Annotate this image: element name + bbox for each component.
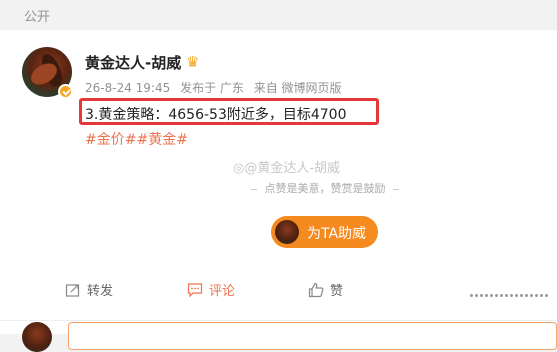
- watermark-text: @黄金达人-胡威: [244, 161, 341, 176]
- weibo-watermark-icon: ◎: [233, 161, 245, 176]
- hashtag-gold[interactable]: #黄金#: [136, 132, 187, 148]
- like-button[interactable]: 赞: [308, 280, 343, 306]
- post-text: 3.黄金策略：4656-53附近多，目标4700: [85, 107, 347, 123]
- repost-button[interactable]: 转发: [65, 280, 113, 306]
- divider: [0, 320, 557, 321]
- reward-note-text: 点赞是美意，赞赏是鼓励: [264, 182, 386, 195]
- action-bar: 转发 评论 赞: [0, 280, 557, 306]
- boost-label: 为TA助威: [307, 226, 367, 242]
- thumbs-up-icon: [308, 282, 324, 297]
- hashtag-gold-price[interactable]: #金价#: [85, 132, 136, 148]
- crown-icon: ♛: [186, 53, 200, 71]
- top-strip: 公开: [0, 0, 557, 30]
- comment-label: 评论: [209, 284, 236, 299]
- reward-note: 点赞是美意，赞赏是鼓励: [240, 180, 410, 196]
- post-location: 发布于 广东: [180, 81, 244, 95]
- more-dots-icon[interactable]: [470, 286, 550, 312]
- comment-button[interactable]: 评论: [187, 280, 235, 306]
- verified-badge-icon: [58, 84, 73, 99]
- author-name[interactable]: 黄金达人-胡威: [85, 52, 181, 73]
- boost-avatar: [275, 220, 299, 244]
- repost-icon: [65, 283, 80, 297]
- like-label: 赞: [330, 284, 344, 299]
- visibility-label: 公开: [24, 10, 51, 25]
- hashtags: #金价##黄金#: [85, 129, 188, 149]
- repost-label: 转发: [87, 284, 114, 299]
- post-meta: 26-8-24 19:45 发布于 广东 来自 微博网页版: [85, 79, 348, 96]
- watermark: ◎@黄金达人-胡威: [233, 157, 340, 176]
- comment-icon: [187, 282, 203, 297]
- boost-button[interactable]: 为TA助威: [271, 216, 378, 248]
- post-timestamp[interactable]: 26-8-24 19:45: [85, 81, 170, 95]
- commenter-avatar: [22, 322, 52, 352]
- post-source: 来自 微博网页版: [253, 81, 342, 95]
- comment-input[interactable]: [68, 322, 557, 350]
